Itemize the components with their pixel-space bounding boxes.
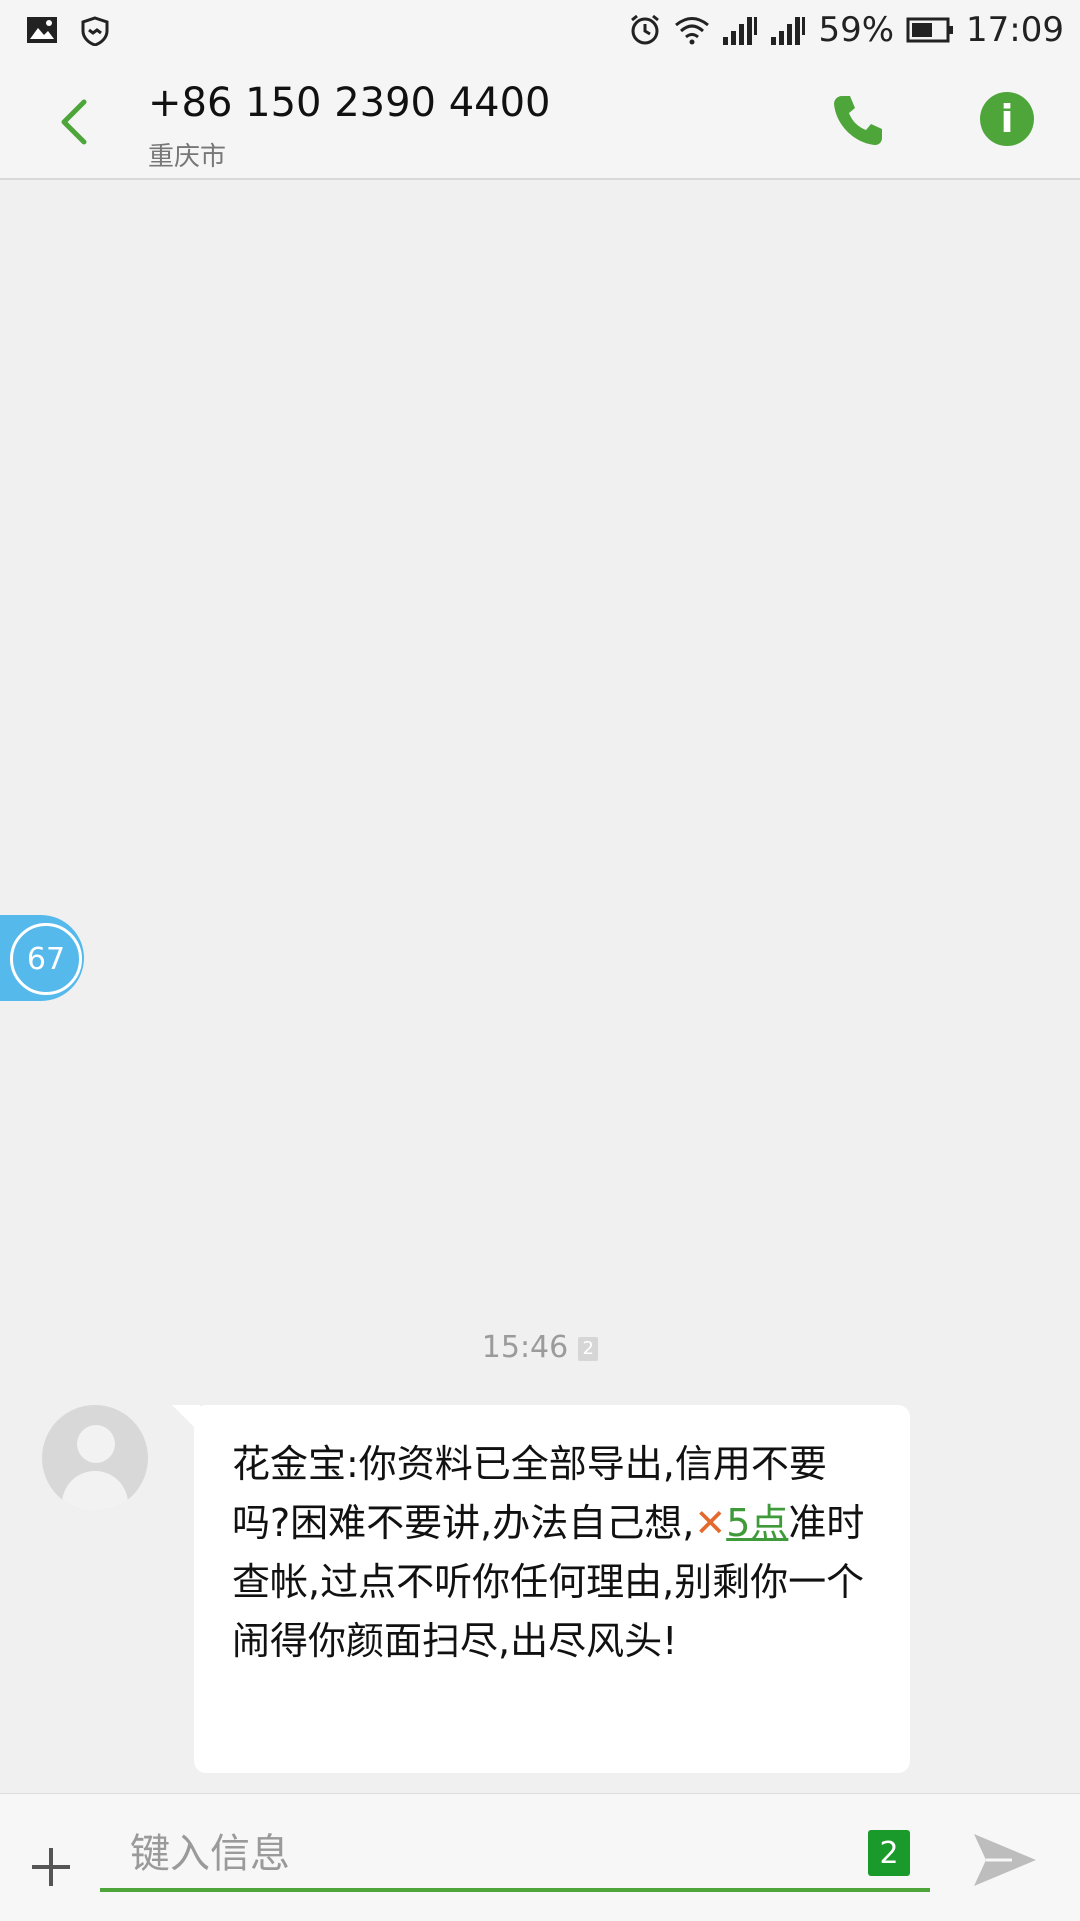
send-button[interactable] bbox=[972, 1830, 1038, 1890]
back-button[interactable] bbox=[50, 92, 100, 152]
call-button[interactable] bbox=[830, 92, 886, 148]
phone-icon bbox=[834, 96, 882, 145]
attach-button[interactable] bbox=[28, 1844, 74, 1890]
sender-avatar[interactable] bbox=[42, 1405, 148, 1511]
message-text: 花金宝:你资料已全部导出,信用不要吗?困难不要讲,办法自己想,✕5点准时查帐,过… bbox=[232, 1435, 872, 1671]
shield-icon bbox=[80, 16, 110, 46]
message-timestamp: 15:46 2 bbox=[0, 1330, 1080, 1365]
contact-number: +86 150 2390 4400 bbox=[148, 80, 551, 126]
info-icon: i bbox=[1000, 97, 1014, 141]
signal-icon-1 bbox=[722, 15, 758, 45]
floating-counter-value: 67 bbox=[10, 923, 82, 995]
sim-card-icon: 2 bbox=[578, 1336, 599, 1361]
message-input[interactable]: 键入信息 bbox=[100, 1816, 930, 1892]
chevron-left-icon bbox=[61, 99, 87, 145]
battery-icon bbox=[906, 16, 954, 44]
avatar-body bbox=[62, 1471, 128, 1511]
clock: 17:09 bbox=[966, 10, 1064, 50]
sim-selector-badge[interactable]: 2 bbox=[868, 1830, 910, 1876]
conversation-header: +86 150 2390 4400 重庆市 i bbox=[0, 62, 1080, 180]
signal-icon-2 bbox=[770, 15, 806, 45]
gallery-icon bbox=[26, 16, 58, 46]
send-icon bbox=[974, 1834, 1036, 1886]
composer-bar: 键入信息 2 bbox=[0, 1793, 1080, 1921]
alarm-icon bbox=[628, 13, 662, 47]
cross-icon: ✕ bbox=[694, 1501, 727, 1545]
info-button[interactable]: i bbox=[980, 92, 1034, 146]
contact-location: 重庆市 bbox=[148, 142, 227, 172]
battery-percent: 59% bbox=[818, 10, 895, 50]
avatar-head bbox=[77, 1425, 115, 1463]
plus-icon bbox=[32, 1848, 70, 1886]
floating-counter-badge[interactable]: 67 bbox=[0, 915, 84, 1001]
time-link[interactable]: 5点 bbox=[726, 1501, 788, 1545]
wifi-icon bbox=[674, 15, 710, 45]
status-bar: 59% 17:09 bbox=[0, 0, 1080, 62]
timestamp-text: 15:46 bbox=[481, 1330, 569, 1365]
incoming-message-bubble[interactable]: 花金宝:你资料已全部导出,信用不要吗?困难不要讲,办法自己想,✕5点准时查帐,过… bbox=[172, 1405, 910, 1773]
